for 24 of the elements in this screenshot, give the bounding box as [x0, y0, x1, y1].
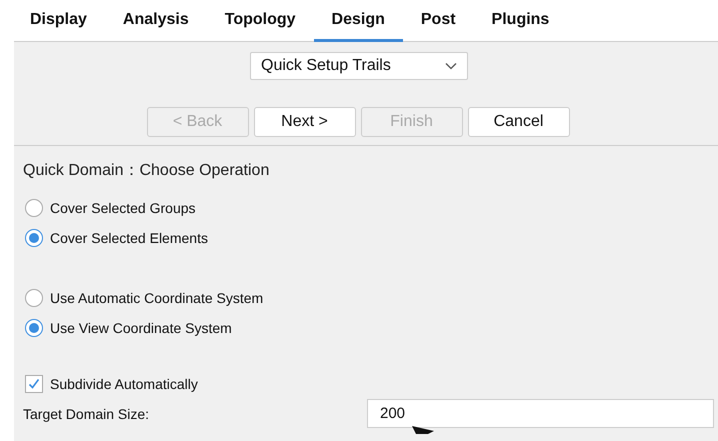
radio-label: Cover Selected Elements [50, 230, 208, 246]
tab[interactable]: Analysis [104, 0, 207, 42]
tab[interactable]: Post [402, 0, 474, 42]
field-label: Target Domain Size: [23, 406, 150, 422]
wizard-button[interactable]: Next > [254, 107, 356, 137]
tab[interactable]: Topology [206, 0, 314, 42]
radio-label: Use Automatic Coordinate System [50, 290, 264, 306]
checkmark-icon [27, 377, 41, 391]
radio-button[interactable] [25, 289, 43, 307]
size-input-field[interactable]: 200 [367, 399, 714, 428]
section-heading: Quick Domain：Choose Operation [22, 161, 270, 181]
radio-button[interactable] [25, 229, 43, 247]
tab[interactable]: Plugins [474, 0, 568, 42]
radio-button[interactable] [25, 319, 43, 337]
pointer-icon [412, 426, 434, 434]
radio-label: Use View Coordinate System [50, 320, 232, 336]
checkbox-label: Subdivide Automatically [50, 376, 198, 392]
setup-dropdown[interactable]: Quick Setup Trails [250, 52, 468, 80]
wizard-button[interactable]: Cancel [468, 107, 570, 137]
tab[interactable]: Display [30, 0, 105, 42]
radio-label: Cover Selected Groups [50, 200, 196, 216]
checkbox[interactable] [25, 375, 43, 393]
chevron-down-icon [445, 62, 457, 70]
radio-button[interactable] [25, 199, 43, 217]
